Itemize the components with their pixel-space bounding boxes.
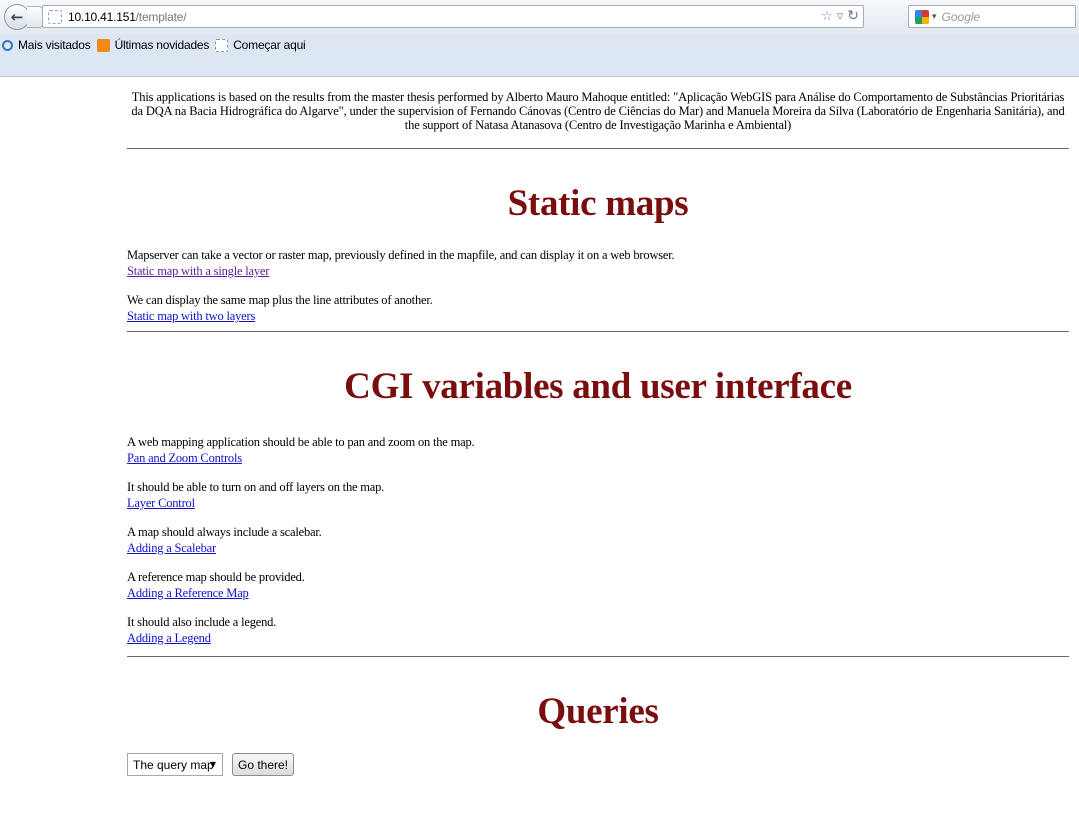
go-there-button[interactable]: Go there! [232, 753, 294, 776]
rss-feed-icon [96, 38, 110, 52]
history-dropdown-icon[interactable]: ▿ [837, 9, 844, 24]
static-maps-heading: Static maps [507, 183, 689, 224]
layer-control-desc: It should be able to turn on and off lay… [127, 480, 385, 494]
url-text[interactable]: 10.10.41.151/template/ [68, 9, 187, 24]
divider [127, 331, 1069, 332]
url-actions: ☆ ▿ ↻ [821, 8, 859, 24]
address-bar[interactable]: 10.10.41.151/template/ ☆ ▿ ↻ [42, 5, 864, 28]
bookmark-ultimas-novidades[interactable]: Últimas novidades [96, 37, 210, 53]
layer-control-link[interactable]: Layer Control [127, 496, 195, 510]
search-bar[interactable]: ▾ Google [908, 5, 1076, 28]
page-icon [215, 38, 229, 52]
google-logo-icon[interactable] [915, 9, 929, 24]
intro-text: This applications is based on the result… [131, 90, 1065, 132]
bookmarks-bar: Mais visitados Últimas novidades Começar… [0, 34, 1079, 77]
query-form: The query map ▼ Go there! [127, 753, 1069, 776]
divider [127, 148, 1069, 149]
static-map-two-layers-link[interactable]: Static map with two layers [127, 309, 255, 323]
static-map-single-layer-link[interactable]: Static map with a single layer [127, 264, 269, 278]
adding-legend-link[interactable]: Adding a Legend [127, 631, 211, 645]
bookmark-label: Começar aqui [233, 38, 306, 52]
search-engine-dropdown-icon[interactable]: ▾ [932, 12, 937, 22]
static-map-single-desc: Mapserver can take a vector or raster ma… [127, 248, 675, 262]
browser-toolbar: ← 10.10.41.151/template/ ☆ ▿ ↻ ▾ Google [0, 0, 1079, 34]
reference-map-desc: A reference map should be provided. [127, 570, 305, 584]
forward-button[interactable] [27, 6, 43, 28]
adding-reference-map-link[interactable]: Adding a Reference Map [127, 586, 249, 600]
most-visited-icon [2, 39, 13, 51]
scalebar-desc: A map should always include a scalebar. [127, 525, 322, 539]
bookmark-comecar-aqui[interactable]: Começar aqui [215, 37, 306, 53]
url-host: 10.10.41.151 [68, 9, 136, 24]
search-placeholder[interactable]: Google [942, 10, 981, 24]
url-path: /template/ [135, 9, 187, 24]
pan-zoom-controls-link[interactable]: Pan and Zoom Controls [127, 451, 242, 465]
chevron-down-icon: ▼ [209, 760, 216, 769]
bookmark-star-icon[interactable]: ☆ [821, 9, 833, 24]
site-identity-icon[interactable] [48, 9, 62, 24]
page-content: This applications is based on the result… [127, 90, 1069, 776]
bookmark-label: Mais visitados [18, 38, 91, 52]
static-map-two-desc: We can display the same map plus the lin… [127, 293, 433, 307]
bookmark-label: Últimas novidades [114, 38, 210, 52]
pan-zoom-desc: A web mapping application should be able… [127, 435, 475, 449]
bookmark-mais-visitados[interactable]: Mais visitados [2, 37, 91, 53]
adding-scalebar-link[interactable]: Adding a Scalebar [127, 541, 216, 555]
cgi-heading: CGI variables and user interface [344, 366, 852, 407]
select-value: The query map [133, 757, 214, 772]
divider [127, 656, 1069, 657]
queries-heading: Queries [537, 691, 659, 732]
legend-desc: It should also include a legend. [127, 615, 277, 629]
reload-icon[interactable]: ↻ [847, 8, 859, 24]
query-map-select[interactable]: The query map ▼ [127, 753, 223, 776]
